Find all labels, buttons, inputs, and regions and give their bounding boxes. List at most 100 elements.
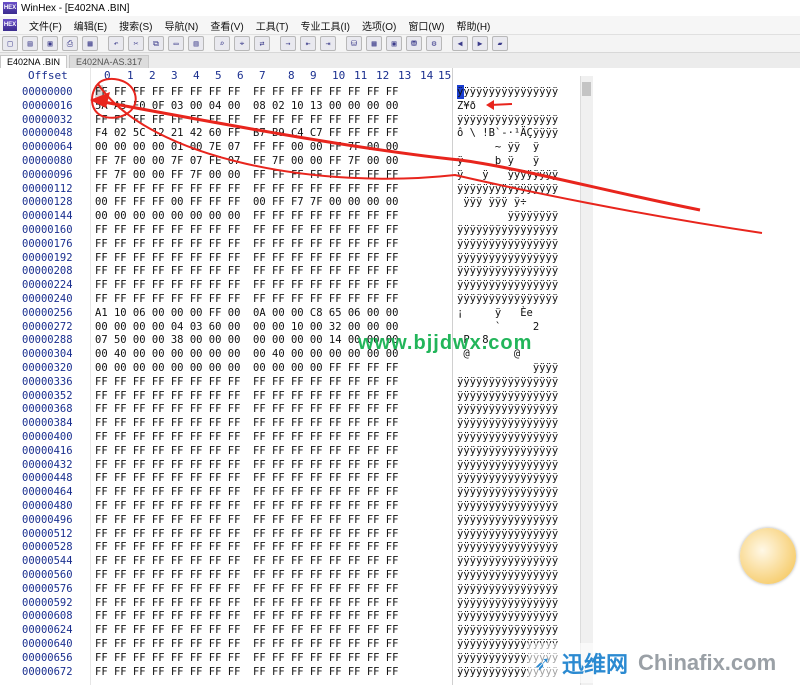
row-hex-bytes[interactable]: FF FF FF FF FF FF FF FF FF FF FF FF FF F… xyxy=(95,471,398,485)
row-ascii[interactable]: ÿÿÿÿÿÿÿÿÿÿÿÿÿÿÿÿ xyxy=(457,416,558,430)
paste-special-icon[interactable]: ▥ xyxy=(188,36,204,51)
back-icon[interactable]: ⇤ xyxy=(300,36,316,51)
hex-row[interactable]: 00000000 FF FF FF FF FF FF FF FF FF FF FF… xyxy=(0,85,580,99)
hex-row[interactable]: 00000448 FF FF FF FF FF FF FF FF FF FF FF… xyxy=(0,471,580,485)
tab-e402na-bin[interactable]: E402NA .BIN xyxy=(0,55,68,68)
row-ascii[interactable]: ÿÿÿÿÿÿÿÿÿÿÿÿÿÿÿÿ xyxy=(457,278,558,292)
hex-row[interactable]: 00000368 FF FF FF FF FF FF FF FF FF FF FF… xyxy=(0,402,580,416)
new-file-icon[interactable]: □ xyxy=(2,36,18,51)
row-ascii[interactable]: ÿÿÿÿÿÿÿÿÿÿÿÿÿÿÿÿ xyxy=(457,85,558,99)
row-hex-bytes[interactable]: FF FF FF FF FF FF FF FF FF FF FF FF FF F… xyxy=(95,485,398,499)
row-hex-bytes[interactable]: FF FF FF FF FF FF FF FF FF FF FF FF FF F… xyxy=(95,568,398,582)
row-hex-bytes[interactable]: FF FF FF FF FF FF FF FF FF FF FF FF FF F… xyxy=(95,651,398,665)
row-ascii[interactable]: ô \ !B`-·¹ÄÇÿÿÿÿ xyxy=(457,126,558,140)
settings-icon[interactable]: ⚙ xyxy=(426,36,442,51)
hex-row[interactable]: 00000016 5A A5 F0 0F 03 00 04 00 08 02 10… xyxy=(0,99,580,113)
calc-icon[interactable]: ▣ xyxy=(386,36,402,51)
hex-row[interactable]: 00000528 FF FF FF FF FF FF FF FF FF FF FF… xyxy=(0,540,580,554)
replace-icon[interactable]: ⇄ xyxy=(254,36,270,51)
drive-icon[interactable]: ⛃ xyxy=(406,36,422,51)
row-hex-bytes[interactable]: F4 02 5C 12 21 42 60 FF B7 B9 C4 C7 FF F… xyxy=(95,126,398,140)
menu-specialist-tools[interactable]: 专业工具(I) xyxy=(294,18,355,33)
row-hex-bytes[interactable]: FF FF FF FF FF FF FF FF FF FF FF FF FF F… xyxy=(95,623,398,637)
hex-row[interactable]: 00000416 FF FF FF FF FF FF FF FF FF FF FF… xyxy=(0,444,580,458)
find-icon[interactable]: ⌕ xyxy=(214,36,230,51)
row-ascii[interactable]: ÿÿÿÿÿÿÿÿÿÿÿÿÿÿÿÿ xyxy=(457,540,558,554)
row-ascii[interactable]: ÿÿÿÿÿÿÿÿÿÿÿÿÿÿÿÿ xyxy=(457,458,558,472)
row-ascii[interactable]: ÿÿÿÿÿÿÿÿÿÿÿÿÿÿÿÿ xyxy=(457,113,558,127)
menu-search[interactable]: 搜索(S) xyxy=(113,18,158,33)
row-hex-bytes[interactable]: FF FF FF FF FF FF FF FF FF FF FF FF FF F… xyxy=(95,554,398,568)
row-ascii[interactable]: ÿÿÿÿÿÿÿÿÿÿÿÿÿÿÿÿ xyxy=(457,568,558,582)
menu-window[interactable]: 窗口(W) xyxy=(402,18,450,33)
properties-icon[interactable]: ▦ xyxy=(82,36,98,51)
row-hex-bytes[interactable]: 00 00 00 00 04 03 60 00 00 00 10 00 32 0… xyxy=(95,320,398,334)
copy-icon[interactable]: ⧉ xyxy=(148,36,164,51)
row-ascii[interactable]: ÿÿÿÿÿÿÿÿÿÿÿÿÿÿÿÿ xyxy=(457,582,558,596)
tab-e402na-as317[interactable]: E402NA-AS.317 xyxy=(69,55,150,68)
hex-row[interactable]: 00000656 FF FF FF FF FF FF FF FF FF FF FF… xyxy=(0,651,580,665)
row-hex-bytes[interactable]: FF FF FF FF FF FF FF FF FF FF FF FF FF F… xyxy=(95,499,398,513)
row-ascii[interactable]: ÿÿÿÿÿÿÿÿÿÿÿÿÿÿÿÿ xyxy=(457,182,558,196)
row-ascii[interactable]: ÿÿÿÿÿÿÿÿÿÿÿÿÿÿÿÿ xyxy=(457,609,558,623)
vertical-scrollbar[interactable] xyxy=(580,76,593,685)
save-icon[interactable]: ▣ xyxy=(42,36,58,51)
row-hex-bytes[interactable]: FF FF FF FF FF FF FF FF FF FF FF FF FF F… xyxy=(95,85,398,99)
row-ascii[interactable]: ÿÿÿÿÿÿÿÿÿÿÿÿÿÿÿÿ xyxy=(457,513,558,527)
row-hex-bytes[interactable]: A1 10 06 00 00 00 FF 00 0A 00 00 C8 65 0… xyxy=(95,306,398,320)
hex-row[interactable]: 00000064 00 00 00 00 01 00 7E 07 FF FF 00… xyxy=(0,140,580,154)
row-hex-bytes[interactable]: FF FF FF FF FF FF FF FF FF FF FF FF FF F… xyxy=(95,540,398,554)
row-ascii[interactable]: ÿÿÿÿÿÿÿÿ xyxy=(457,209,559,223)
hex-row[interactable]: 00000608 FF FF FF FF FF FF FF FF FF FF FF… xyxy=(0,609,580,623)
winhex-menu-icon[interactable]: HEX xyxy=(3,19,17,31)
row-ascii[interactable]: ÿÿÿÿÿÿÿÿÿÿÿÿÿÿÿÿ xyxy=(457,527,558,541)
row-hex-bytes[interactable]: FF 7F 00 00 7F 07 FE 07 FF 7F 00 00 FF 7… xyxy=(95,154,398,168)
row-ascii[interactable]: ~ ÿÿ ÿ xyxy=(457,140,539,154)
ram-icon[interactable]: ▦ xyxy=(366,36,382,51)
row-ascii[interactable]: ÿÿÿÿÿÿÿÿÿÿÿÿÿÿÿÿ xyxy=(457,430,558,444)
row-ascii[interactable]: Z¥ð xyxy=(457,99,476,113)
forward-icon[interactable]: ⇥ xyxy=(320,36,336,51)
row-ascii[interactable]: ÿÿÿÿÿÿÿÿÿÿÿÿÿÿÿÿ xyxy=(457,623,558,637)
row-hex-bytes[interactable]: 00 FF FF FF 00 FF FF FF 00 FF F7 7F 00 0… xyxy=(95,195,398,209)
row-hex-bytes[interactable]: FF FF FF FF FF FF FF FF FF FF FF FF FF F… xyxy=(95,665,398,679)
hex-row[interactable]: 00000256 A1 10 06 00 00 00 FF 00 0A 00 00… xyxy=(0,306,580,320)
hex-row[interactable]: 00000176 FF FF FF FF FF FF FF FF FF FF FF… xyxy=(0,237,580,251)
menu-navigation[interactable]: 导航(N) xyxy=(158,18,204,33)
row-ascii[interactable]: ÿÿÿÿÿÿÿÿÿÿÿÿÿÿÿÿ xyxy=(457,389,558,403)
goto-icon[interactable]: → xyxy=(280,36,296,51)
row-ascii[interactable]: ÿÿÿÿÿÿÿÿÿÿÿÿÿÿÿÿ xyxy=(457,471,558,485)
row-hex-bytes[interactable]: FF FF FF FF FF FF FF FF FF FF FF FF FF F… xyxy=(95,113,398,127)
row-ascii[interactable]: ÿÿÿÿÿÿÿÿÿÿÿÿÿÿÿÿ xyxy=(457,251,558,265)
hex-editor-view[interactable]: Offset 0 1 2 3 4 5 6 7 8 9 10 11 12 13 14 15 00000000 FF… xyxy=(0,68,580,685)
row-hex-bytes[interactable]: FF FF FF FF FF FF FF FF FF FF FF FF FF F… xyxy=(95,430,398,444)
hex-row[interactable]: 00000672 FF FF FF FF FF FF FF FF FF FF FF… xyxy=(0,665,580,679)
hex-row[interactable]: 00000096 FF 7F 00 00 FF 7F 00 00 FF FF FF… xyxy=(0,168,580,182)
row-hex-bytes[interactable]: FF FF FF FF FF FF FF FF FF FF FF FF FF F… xyxy=(95,637,398,651)
row-hex-bytes[interactable]: FF FF FF FF FF FF FF FF FF FF FF FF FF F… xyxy=(95,389,398,403)
hex-row[interactable]: 00000624 FF FF FF FF FF FF FF FF FF FF FF… xyxy=(0,623,580,637)
row-hex-bytes[interactable]: 00 40 00 00 00 00 00 00 00 40 00 00 00 0… xyxy=(95,347,398,361)
hex-row[interactable]: 00000432 FF FF FF FF FF FF FF FF FF FF FF… xyxy=(0,458,580,472)
row-hex-bytes[interactable]: FF FF FF FF FF FF FF FF FF FF FF FF FF F… xyxy=(95,375,398,389)
row-ascii[interactable]: ÿÿÿÿÿÿÿÿÿÿÿÿÿÿÿÿ xyxy=(457,292,558,306)
row-hex-bytes[interactable]: FF FF FF FF FF FF FF FF FF FF FF FF FF F… xyxy=(95,264,398,278)
disk-icon[interactable]: ⛁ xyxy=(346,36,362,51)
hex-row[interactable]: 00000336 FF FF FF FF FF FF FF FF FF FF FF… xyxy=(0,375,580,389)
find-hex-icon[interactable]: ⌖ xyxy=(234,36,250,51)
row-hex-bytes[interactable]: FF FF FF FF FF FF FF FF FF FF FF FF FF F… xyxy=(95,416,398,430)
row-hex-bytes[interactable]: FF FF FF FF FF FF FF FF FF FF FF FF FF F… xyxy=(95,609,398,623)
row-ascii[interactable]: ÿÿÿÿÿÿÿÿÿÿÿÿÿÿÿÿ xyxy=(457,554,558,568)
row-ascii[interactable]: ÿ ÿ ÿÿÿÿÿÿÿÿ xyxy=(457,168,558,182)
row-hex-bytes[interactable]: 07 50 00 00 38 00 00 00 00 00 00 00 14 0… xyxy=(95,333,398,347)
row-hex-bytes[interactable]: FF FF FF FF FF FF FF FF FF FF FF FF FF F… xyxy=(95,402,398,416)
row-ascii[interactable]: ÿÿÿÿÿÿÿÿÿÿÿÿÿÿÿÿ xyxy=(457,375,558,389)
prev-icon[interactable]: ◀ xyxy=(452,36,468,51)
hex-row[interactable]: 00000208 FF FF FF FF FF FF FF FF FF FF FF… xyxy=(0,264,580,278)
row-hex-bytes[interactable]: FF FF FF FF FF FF FF FF FF FF FF FF FF F… xyxy=(95,458,398,472)
print-icon[interactable]: ⎙ xyxy=(62,36,78,51)
menu-file[interactable]: 文件(F) xyxy=(23,18,68,33)
row-hex-bytes[interactable]: FF FF FF FF FF FF FF FF FF FF FF FF FF F… xyxy=(95,278,398,292)
row-hex-bytes[interactable]: 00 00 00 00 00 00 00 00 FF FF FF FF FF F… xyxy=(95,209,398,223)
row-hex-bytes[interactable]: FF FF FF FF FF FF FF FF FF FF FF FF FF F… xyxy=(95,527,398,541)
